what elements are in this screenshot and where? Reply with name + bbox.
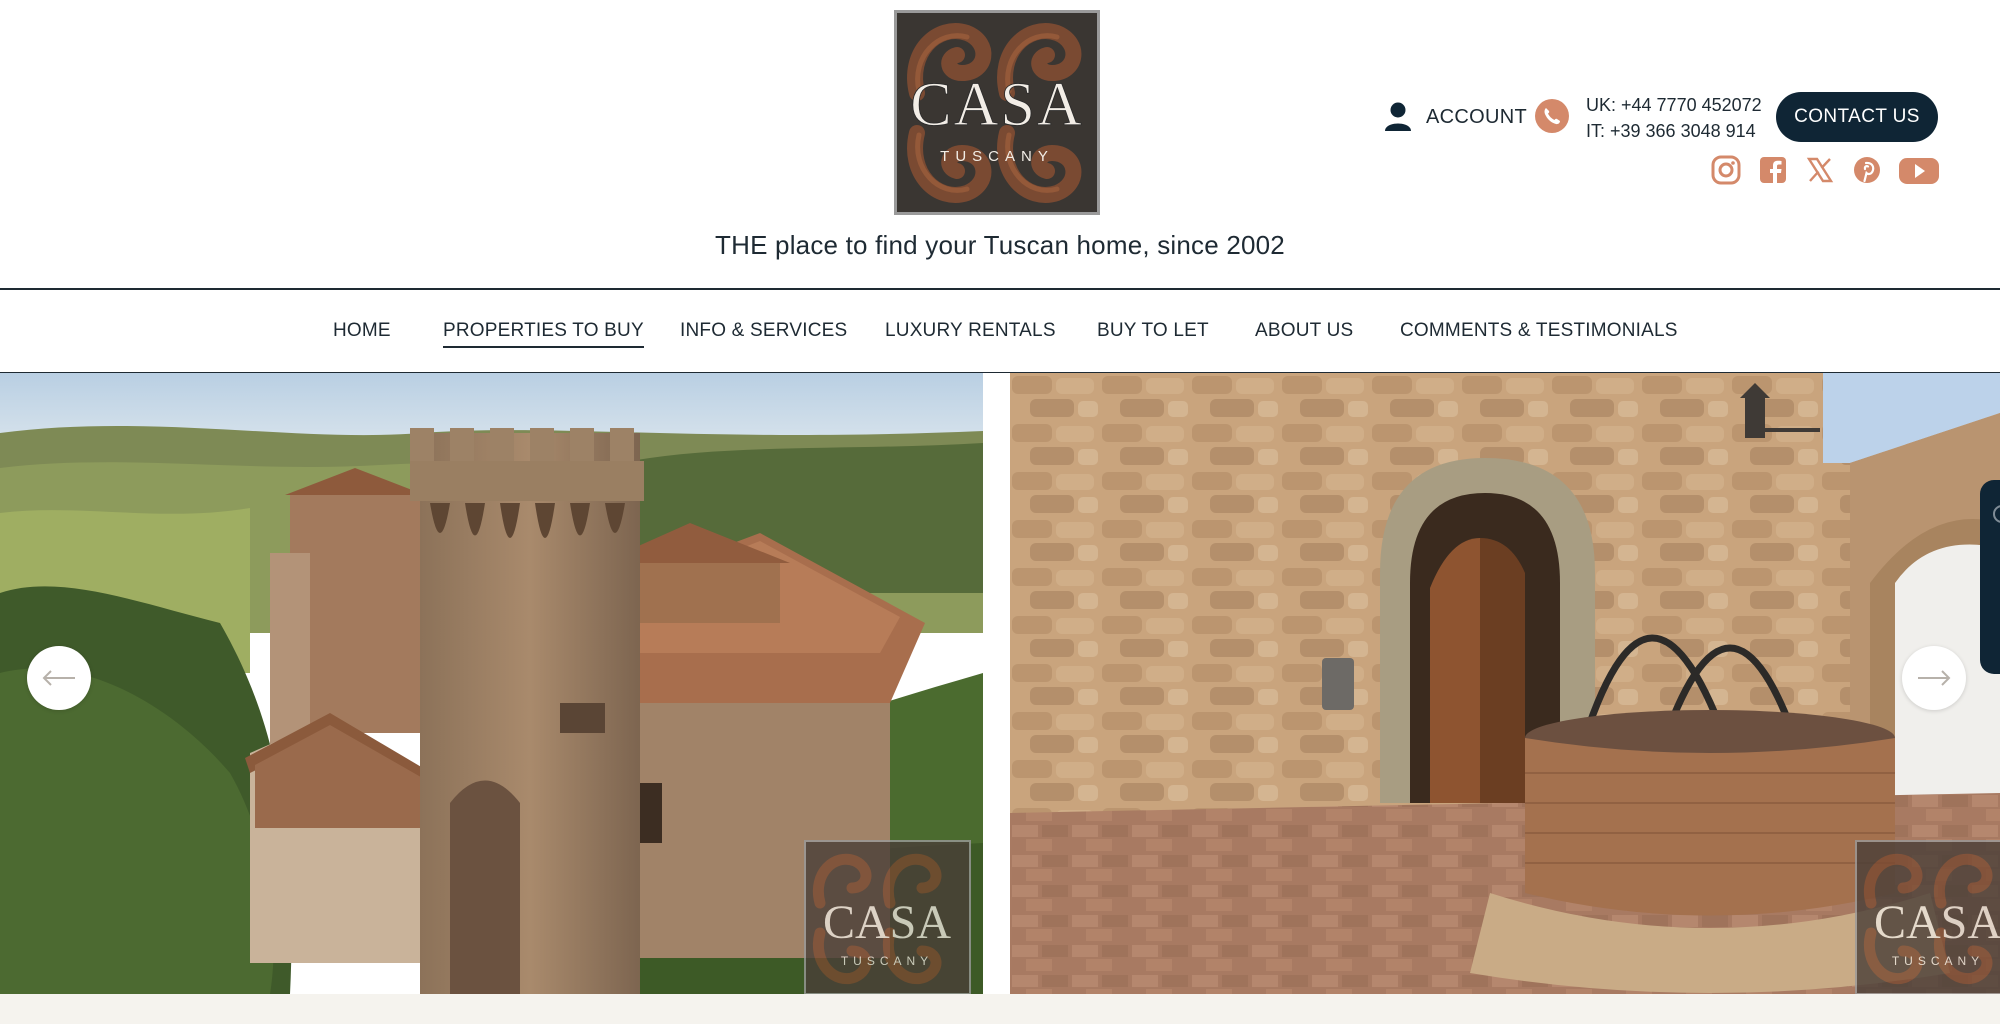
nav-item-comments-testimonials[interactable]: COMMENTS & TESTIMONIALS [1400, 320, 1678, 346]
x-twitter-icon[interactable] [1806, 154, 1834, 186]
facebook-icon[interactable] [1758, 154, 1788, 186]
watermark-sub: TUSCANY [841, 954, 933, 968]
contact-us-button[interactable]: CONTACT US [1776, 92, 1938, 142]
page-footer-strip [0, 994, 2000, 1024]
logo-sub: TUSCANY [940, 148, 1054, 165]
phone-numbers: UK: +44 7770 452072 IT: +39 366 3048 914 [1586, 92, 1762, 144]
casa-tuscany-logo[interactable]: CASA TUSCANY [894, 10, 1100, 215]
courtyard-well-photo[interactable]: CASA TUSCANY [1010, 373, 2000, 994]
main-nav: HOME PROPERTIES TO BUY INFO & SERVICES L… [0, 290, 2000, 373]
nav-item-buy-to-let[interactable]: BUY TO LET [1097, 320, 1209, 346]
user-icon [1385, 102, 1411, 131]
nav-item-about-us[interactable]: ABOUT US [1255, 320, 1353, 346]
property-gallery: CASA TUSCANY CASA TUSCANY [0, 373, 2000, 994]
nav-item-luxury-rentals[interactable]: LUXURY RENTALS [885, 320, 1056, 346]
pinterest-icon[interactable] [1852, 154, 1882, 186]
instagram-icon[interactable] [1711, 154, 1741, 186]
watermark-sub: TUSCANY [1892, 954, 1984, 968]
account-label: ACCOUNT [1426, 105, 1527, 128]
nav-item-properties-to-buy[interactable]: PROPERTIES TO BUY [443, 320, 644, 348]
phone-uk[interactable]: UK: +44 7770 452072 [1586, 92, 1762, 118]
watermark-logo: CASA TUSCANY [1855, 840, 2000, 994]
account-link[interactable]: ACCOUNT [1384, 100, 1527, 134]
castle-tower-photo[interactable]: CASA TUSCANY [0, 373, 983, 994]
chat-icon [1993, 505, 2000, 523]
logo-word: CASA [910, 71, 1083, 139]
arrow-right-icon [1918, 670, 1951, 686]
site-tagline: THE place to find your Tuscan home, sinc… [715, 230, 1285, 260]
watermark-word: CASA [823, 896, 951, 949]
arrow-left-icon [42, 670, 75, 686]
watermark-word: CASA [1874, 896, 2000, 949]
site-header: CASA TUSCANY THE place to find your Tusc… [0, 0, 2000, 288]
nav-item-home[interactable]: HOME [333, 320, 391, 346]
whatsapp-phone-icon[interactable] [1534, 98, 1570, 134]
watermark-logo: CASA TUSCANY [804, 840, 971, 994]
nav-item-info-services[interactable]: INFO & SERVICES [680, 320, 847, 346]
gallery-next-button[interactable] [1902, 646, 1966, 710]
phone-it[interactable]: IT: +39 366 3048 914 [1586, 118, 1762, 144]
gallery-prev-button[interactable] [27, 646, 91, 710]
youtube-icon[interactable] [1898, 154, 1940, 186]
side-chat-tab[interactable] [1980, 480, 2000, 674]
